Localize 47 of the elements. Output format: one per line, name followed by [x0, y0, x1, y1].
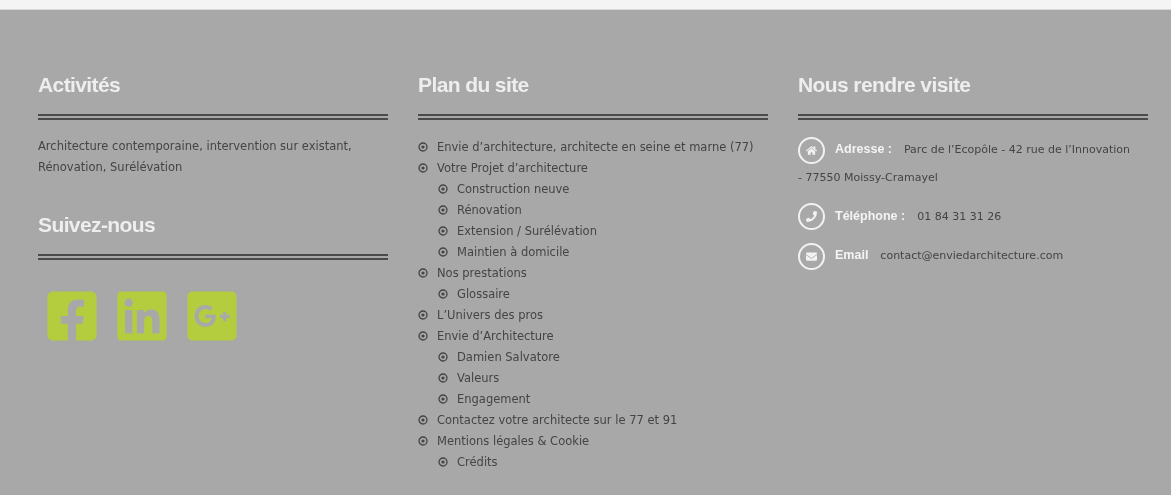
sitemap-link[interactable]: Votre Projet d’architecture: [437, 160, 588, 175]
sitemap-link[interactable]: Crédits: [457, 454, 498, 469]
contact-label: Email: [835, 248, 869, 262]
bullet-icon: [438, 393, 448, 404]
sitemap-link[interactable]: Construction neuve: [457, 181, 570, 196]
sitemap-link[interactable]: Maintien à domicile: [457, 244, 570, 259]
contact-value: Parc de l’Ecopôle - 42 rue de l’Innovation: [904, 143, 1130, 156]
sitemap-link[interactable]: Valeurs: [457, 370, 500, 385]
sitemap-link[interactable]: L’Univers des pros: [437, 307, 544, 322]
activities-text: Architecture contemporaine, intervention sur existant, Rénovation, Surélévation: [38, 138, 353, 176]
section-title: Suivez-nous: [38, 212, 157, 238]
contact-label: Téléphone :: [835, 208, 906, 223]
sitemap-link[interactable]: Mentions légales & Cookie: [437, 433, 590, 448]
bullet-icon: [438, 288, 448, 299]
bullet-icon: [418, 414, 428, 425]
bullet-icon: [438, 204, 448, 215]
bullet-icon: [418, 330, 428, 341]
bullet-icon: [438, 225, 448, 236]
bullet-icon: [418, 309, 428, 320]
sitemap-link[interactable]: Extension / Surélévation: [457, 223, 597, 238]
section-title: Activités: [38, 72, 122, 98]
bullet-icon: [438, 246, 448, 257]
bullet-icon: [438, 351, 448, 362]
bullet-icon: [438, 456, 448, 467]
section-title: Nous rendre visite: [798, 72, 972, 98]
phone-icon: [798, 203, 825, 230]
sitemap-link[interactable]: Rénovation: [457, 202, 522, 217]
sitemap-link[interactable]: Engagement: [457, 391, 531, 406]
contact-value: 01 84 31 31 26: [917, 209, 1002, 223]
section-title: Plan du site: [418, 72, 530, 98]
sitemap-link[interactable]: Envie d’architecture, architecte en seine et marne (77): [437, 139, 754, 154]
bullet-icon: [438, 183, 448, 194]
home-icon: [798, 136, 825, 164]
sitemap-link[interactable]: Envie d’Architecture: [437, 328, 554, 343]
contact-label: Adresse :: [835, 142, 892, 156]
envelope-icon: [798, 242, 825, 270]
contact-value: contact@enviedarchitecture.com: [880, 249, 1064, 262]
sitemap-link[interactable]: Contactez votre architecte sur le 77 et 91: [437, 412, 678, 427]
sitemap-link[interactable]: Nos prestations: [437, 265, 527, 280]
bullet-icon: [418, 267, 428, 278]
sitemap-link[interactable]: Damien Salvatore: [457, 349, 560, 364]
bullet-icon: [418, 162, 428, 173]
bullet-icon: [418, 141, 428, 152]
bullet-icon: [438, 372, 448, 383]
bullet-icon: [418, 435, 428, 446]
contact-value: - 77550 Moissy-Cramayel: [798, 169, 938, 186]
sitemap-link[interactable]: Glossaire: [457, 286, 510, 301]
